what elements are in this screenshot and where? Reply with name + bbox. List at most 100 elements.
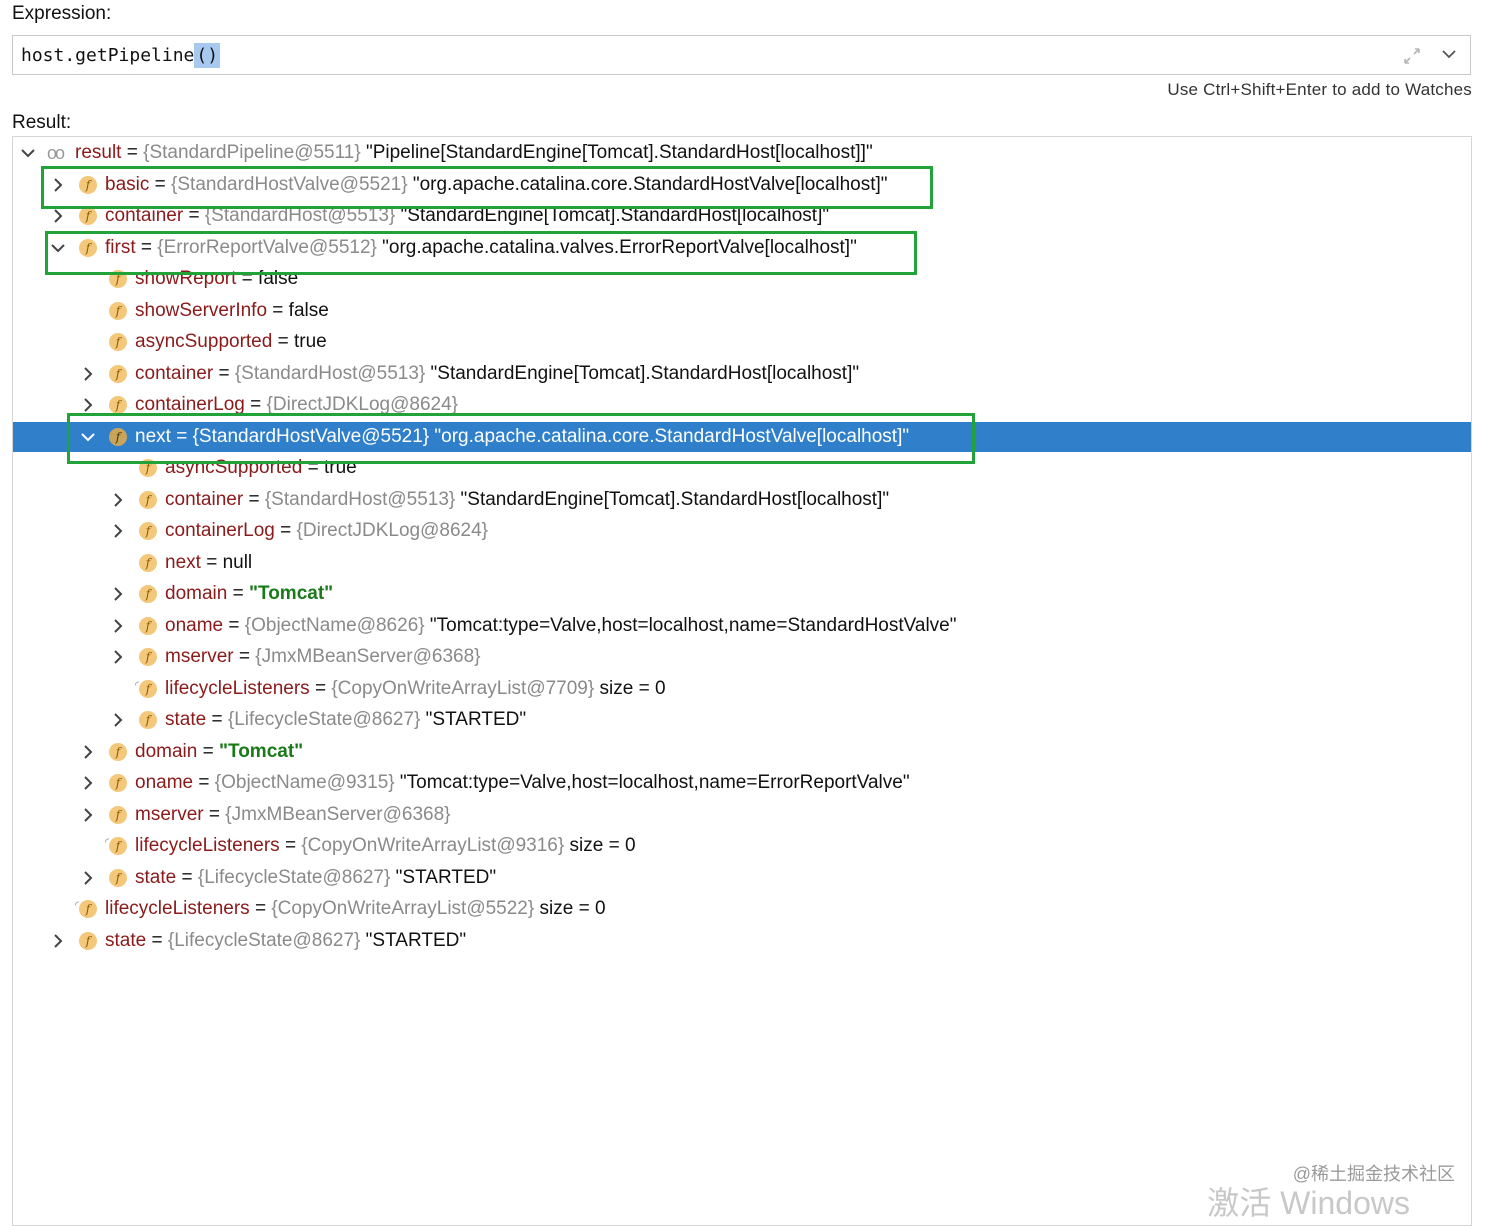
field-value: "org.apache.catalina.core.StandardHostVa…	[429, 425, 910, 447]
equals-sign: =	[223, 614, 245, 636]
field-name: oname	[165, 614, 224, 636]
tree-row[interactable]: f showReport = false	[13, 264, 1471, 294]
expand-arrow-icon[interactable]	[51, 177, 65, 192]
field-icon: f	[79, 207, 97, 225]
equals-sign: =	[309, 677, 332, 699]
collapse-arrow-icon[interactable]	[21, 146, 35, 160]
collapse-arrow-icon[interactable]	[51, 241, 65, 255]
expand-arrow-icon[interactable]	[111, 492, 125, 507]
tree-row[interactable]: f showServerInfo = false	[13, 296, 1471, 326]
equals-sign: =	[146, 929, 168, 951]
tree-row[interactable]: f asyncSupported = true	[13, 327, 1471, 357]
field-value: "STARTED"	[360, 929, 467, 951]
object-reference: {ObjectName@9315}	[214, 772, 395, 793]
tree-row[interactable]: f state = {LifecycleState@8627} "STARTED"	[13, 926, 1471, 956]
field-value: true	[293, 331, 327, 352]
tree-row[interactable]: f ◜ lifecycleListeners = {CopyOnWriteArray…	[13, 674, 1471, 704]
tree-row[interactable]: f oname = {ObjectName@8626} "Tomcat:type=…	[13, 611, 1471, 641]
field-value: size = 0	[534, 898, 606, 919]
expand-arrow-icon[interactable]	[81, 398, 95, 412]
field-value: size = 0	[564, 835, 636, 856]
field-icon: f	[139, 459, 157, 477]
tree-row-text: mserver = {JmxMBeanServer@6368}	[135, 800, 451, 830]
expand-arrow-icon[interactable]	[111, 524, 125, 538]
equals-sign: =	[200, 551, 223, 573]
field-value: "StandardEngine[Tomcat].StandardHost[loc…	[395, 205, 830, 226]
object-reference: {CopyOnWriteArrayList@7709}	[331, 677, 595, 699]
tree-row[interactable]: f next = {StandardHostValve@5521} "org.ap…	[13, 421, 1471, 452]
expand-arrow-icon[interactable]	[81, 744, 95, 759]
expand-arrow-icon[interactable]	[51, 933, 65, 948]
expression-input[interactable]: host.getPipeline()	[12, 35, 1471, 75]
field-name: lifecycleListeners	[135, 835, 280, 856]
expand-arrow-icon[interactable]	[81, 366, 95, 381]
field-icon: f	[79, 931, 97, 950]
result-tree[interactable]: oo result = {StandardPipeline@5511} "Pipe…	[12, 136, 1472, 1226]
expand-arrow-icon[interactable]	[111, 713, 125, 727]
expand-arrow-icon[interactable]	[111, 618, 125, 633]
tree-row-text: domain = "Tomcat"	[165, 579, 333, 609]
tree-row[interactable]: f domain = "Tomcat"	[13, 579, 1471, 609]
field-name: mserver	[165, 646, 234, 667]
tree-row[interactable]: f state = {LifecycleState@8627} "STARTED"	[13, 705, 1471, 735]
equals-sign: =	[183, 205, 205, 226]
field-name: lifecycleListeners	[105, 898, 250, 919]
tree-row[interactable]: f containerLog = {DirectJDKLog@8624}	[13, 516, 1471, 546]
tree-row[interactable]: f oname = {ObjectName@9315} "Tomcat:type=…	[13, 768, 1471, 798]
field-name: basic	[105, 173, 150, 195]
collapse-arrow-icon[interactable]	[81, 430, 95, 444]
field-value: "Tomcat:type=Valve,host=localhost,name=S…	[424, 614, 957, 636]
object-reference: {CopyOnWriteArrayList@5522}	[271, 898, 535, 919]
expand-arrow-icon[interactable]	[81, 807, 95, 822]
expand-arrow-icon[interactable]	[81, 870, 95, 885]
tree-row-text: lifecycleListeners = {CopyOnWriteArrayLi…	[135, 831, 636, 861]
tree-row[interactable]: f container = {StandardHost@5513} "Standa…	[13, 201, 1471, 231]
tree-row-text: lifecycleListeners = {CopyOnWriteArrayLi…	[165, 674, 666, 704]
expand-arrow-icon[interactable]	[81, 776, 95, 790]
object-reference: {StandardHost@5513}	[264, 488, 456, 510]
field-name: container	[105, 205, 184, 226]
tree-row[interactable]: f asyncSupported = true	[13, 453, 1471, 483]
chevron-down-icon[interactable]	[1440, 44, 1458, 64]
final-field-icon: f ◜	[135, 679, 157, 698]
field-icon: f	[139, 648, 157, 666]
tree-row[interactable]: f mserver = {JmxMBeanServer@6368}	[13, 642, 1471, 672]
tree-row[interactable]: f ◜ lifecycleListeners = {CopyOnWriteArray…	[13, 894, 1471, 924]
object-reference: {StandardHostValve@5521}	[171, 173, 408, 195]
field-icon: f	[139, 522, 157, 540]
tree-row[interactable]: f ◜ lifecycleListeners = {CopyOnWriteArray…	[13, 831, 1471, 861]
expression-code-text: host.getPipeline	[21, 45, 195, 66]
tree-row[interactable]: f next = null	[13, 548, 1471, 578]
tree-row[interactable]: f domain = "Tomcat"	[13, 737, 1471, 767]
field-icon: f	[139, 616, 157, 635]
object-reference: {StandardHost@5513}	[204, 205, 396, 226]
field-name: state	[165, 709, 207, 730]
expand-arrow-icon[interactable]	[111, 650, 125, 664]
tree-row[interactable]: f container = {StandardHost@5513} "Standa…	[13, 359, 1471, 389]
watches-hint: Use Ctrl+Shift+Enter to add to Watches	[1167, 80, 1472, 99]
tree-row[interactable]: f containerLog = {DirectJDKLog@8624}	[13, 390, 1471, 420]
equals-sign: =	[135, 236, 158, 258]
tree-row[interactable]: oo result = {StandardPipeline@5511} "Pipe…	[13, 138, 1471, 168]
expression-code[interactable]: host.getPipeline()	[21, 43, 221, 68]
expand-editor-icon[interactable]	[1402, 46, 1422, 66]
final-field-icon: f ◜	[75, 900, 97, 918]
field-name: mserver	[135, 803, 204, 825]
tree-row[interactable]: f container = {StandardHost@5513} "Standa…	[13, 485, 1471, 515]
tree-row-text: state = {LifecycleState@8627} "STARTED"	[135, 863, 496, 893]
tree-row[interactable]: f state = {LifecycleState@8627} "STARTED"	[13, 863, 1471, 893]
field-icon: f	[109, 805, 127, 824]
field-icon: f	[109, 868, 127, 887]
expand-arrow-icon[interactable]	[51, 209, 65, 223]
tree-row[interactable]: f mserver = {JmxMBeanServer@6368}	[13, 800, 1471, 830]
tree-row-text: mserver = {JmxMBeanServer@6368}	[165, 642, 481, 672]
tree-row-text: container = {StandardHost@5513} "Standar…	[105, 201, 829, 231]
field-icon: f	[109, 333, 127, 351]
tree-row[interactable]: f first = {ErrorReportValve@5512} "org.ap…	[13, 233, 1471, 263]
equals-sign: =	[203, 803, 226, 825]
object-reference: {DirectJDKLog@8624}	[266, 394, 458, 415]
field-icon: f	[79, 175, 97, 194]
expand-arrow-icon[interactable]	[111, 587, 125, 601]
tree-row[interactable]: f basic = {StandardHostValve@5521} "org.a…	[13, 170, 1471, 200]
field-value: "StandardEngine[Tomcat].StandardHost[loc…	[455, 488, 890, 510]
